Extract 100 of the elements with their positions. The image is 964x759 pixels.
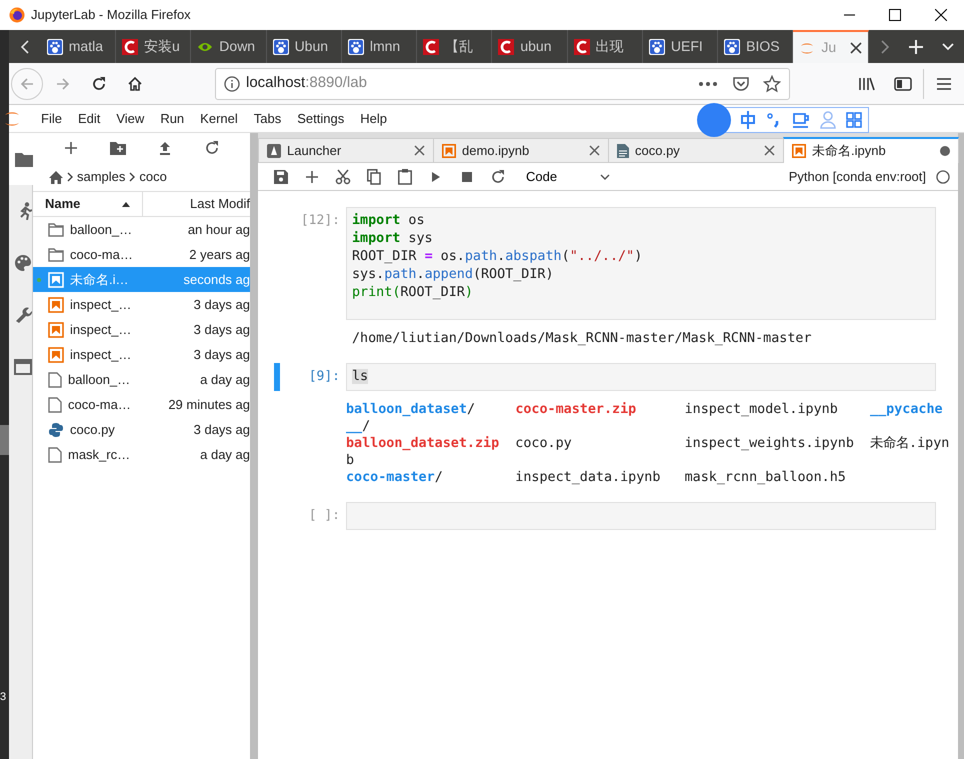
menu-item[interactable]: Settings	[289, 108, 352, 128]
file-row[interactable]: balloon_… a day ag	[33, 367, 250, 392]
code-line: sys.path.append(ROOT_DIR)	[352, 266, 555, 284]
chevron-icon	[128, 172, 136, 182]
home-icon[interactable]	[49, 170, 63, 184]
c-logo-icon	[122, 38, 138, 54]
paw-icon	[724, 38, 740, 54]
chevron-icon	[66, 172, 74, 182]
more-icon[interactable]	[699, 82, 717, 86]
chevron-right-icon	[880, 40, 889, 54]
restart-icon	[490, 170, 504, 184]
file-icon	[48, 372, 62, 388]
notebook-tab[interactable]: coco.py	[608, 138, 784, 162]
notebook-tab[interactable]: 未命名.ipynb	[783, 137, 959, 163]
running-icon[interactable]	[18, 202, 32, 220]
menu-item[interactable]: Tabs	[246, 108, 290, 128]
home-icon	[127, 76, 143, 92]
code-input[interactable]: import os import sys ROOT_DIR = os.path.abspath("../../") sys.path.append(ROOT_DIR) print(ROOT_DIR)	[346, 207, 936, 320]
name-column-header[interactable]: Name	[33, 192, 143, 216]
cell-prompt: [ ]:	[308, 507, 341, 525]
maximize-icon	[889, 9, 901, 21]
menu-item[interactable]: View	[108, 108, 152, 128]
file-name: coco-ma…	[68, 396, 131, 414]
notebook-tab[interactable]: demo.ipynb	[433, 138, 609, 162]
desktop-text: 3	[0, 690, 8, 704]
file-row[interactable]: coco.py 3 days ag	[33, 417, 250, 442]
close-icon[interactable]	[589, 145, 600, 156]
close-tab-icon[interactable]	[850, 42, 862, 54]
modified-time: 29 minutes ag	[167, 396, 250, 414]
paw-icon	[348, 38, 364, 54]
close-icon[interactable]	[414, 145, 425, 156]
file-row[interactable]: inspect_… 3 days ag	[33, 292, 250, 317]
cell-prompt: [9]:	[308, 368, 341, 386]
back-arrow-icon	[19, 76, 35, 92]
code-input[interactable]: ls	[346, 363, 936, 391]
modified-time: 3 days ag	[192, 420, 250, 439]
code-line: ROOT_DIR = os.path.abspath("../../")	[352, 248, 644, 266]
file-name: coco-ma…	[70, 246, 133, 264]
play-icon	[430, 170, 440, 182]
wrench-icon[interactable]	[14, 306, 32, 324]
modified-column-header[interactable]: Last Modif	[143, 192, 250, 216]
grid-icon[interactable]	[846, 112, 862, 128]
file-name: balloon_…	[68, 370, 130, 389]
folder-icon	[48, 222, 64, 236]
cup-icon[interactable]	[792, 111, 810, 129]
file-icon	[617, 144, 629, 158]
chinese-mode-icon[interactable]	[740, 111, 756, 129]
file-row[interactable]: mask_rc… a day ag	[33, 442, 250, 467]
file-row[interactable]: inspect_… 3 days ag	[33, 317, 250, 342]
file-icon	[48, 396, 62, 412]
notebook-icon	[48, 296, 64, 312]
modified-time: a day ag	[199, 370, 250, 389]
c-logo-icon	[498, 38, 514, 54]
address-bar[interactable]: localhost:8890/lab	[215, 68, 790, 100]
modified-time: 3 days ag	[192, 296, 250, 314]
file-row[interactable]: coco-ma… 2 years ag	[33, 242, 250, 267]
menu-item[interactable]: Help	[352, 108, 395, 128]
chevron-left-icon	[20, 40, 29, 54]
forward-arrow-icon	[55, 76, 71, 92]
code-line: print(ROOT_DIR)	[352, 284, 474, 302]
unsaved-dot-icon[interactable]	[940, 146, 950, 156]
cell-type-dropdown[interactable]: Code	[522, 164, 614, 188]
pocket-icon[interactable]	[733, 76, 749, 92]
save-icon	[274, 170, 288, 184]
reload-icon	[91, 76, 107, 92]
file-row[interactable]: inspect_… 3 days ag	[33, 342, 250, 367]
caret-icon	[600, 174, 610, 180]
launcher-icon	[267, 144, 281, 158]
notebook-icon	[48, 346, 64, 362]
kernel-name[interactable]: Python [conda env:root]	[788, 166, 926, 186]
url-text: localhost:8890/lab	[246, 73, 368, 94]
modified-time: seconds ag	[182, 270, 250, 289]
menu-item[interactable]: Edit	[70, 108, 108, 128]
file-row[interactable]: coco-ma… 29 minutes ag	[33, 392, 250, 417]
notebook-icon	[48, 322, 64, 338]
file-name: inspect_…	[70, 296, 132, 314]
modified-time: 3 days ag	[192, 346, 250, 364]
tabs-icon[interactable]	[14, 359, 32, 375]
plus-icon	[909, 40, 924, 54]
bookmark-star-icon[interactable]	[763, 74, 781, 92]
menu-item[interactable]: File	[33, 108, 70, 128]
menu-item[interactable]: Run	[152, 108, 192, 128]
folder-icon[interactable]	[15, 151, 33, 167]
palette-icon[interactable]	[14, 254, 32, 272]
file-row[interactable]: balloon_… an hour ag	[33, 217, 250, 242]
breadcrumb-link[interactable]: coco	[139, 167, 167, 187]
info-icon[interactable]	[224, 76, 240, 92]
c-logo-icon	[423, 38, 440, 54]
output-line: b	[346, 452, 356, 469]
menu-item[interactable]: Kernel	[192, 108, 246, 128]
desktop-panel	[0, 425, 9, 455]
code-input[interactable]	[346, 502, 936, 530]
file-name: balloon_…	[70, 220, 132, 239]
code-line: import os	[352, 212, 426, 230]
notebook-tab[interactable]: Launcher	[258, 138, 434, 162]
breadcrumb-link[interactable]: samples	[77, 167, 126, 187]
close-icon[interactable]	[764, 145, 775, 156]
file-icon	[48, 446, 62, 462]
paw-icon	[46, 38, 63, 54]
modified-time: a day ag	[199, 446, 250, 464]
